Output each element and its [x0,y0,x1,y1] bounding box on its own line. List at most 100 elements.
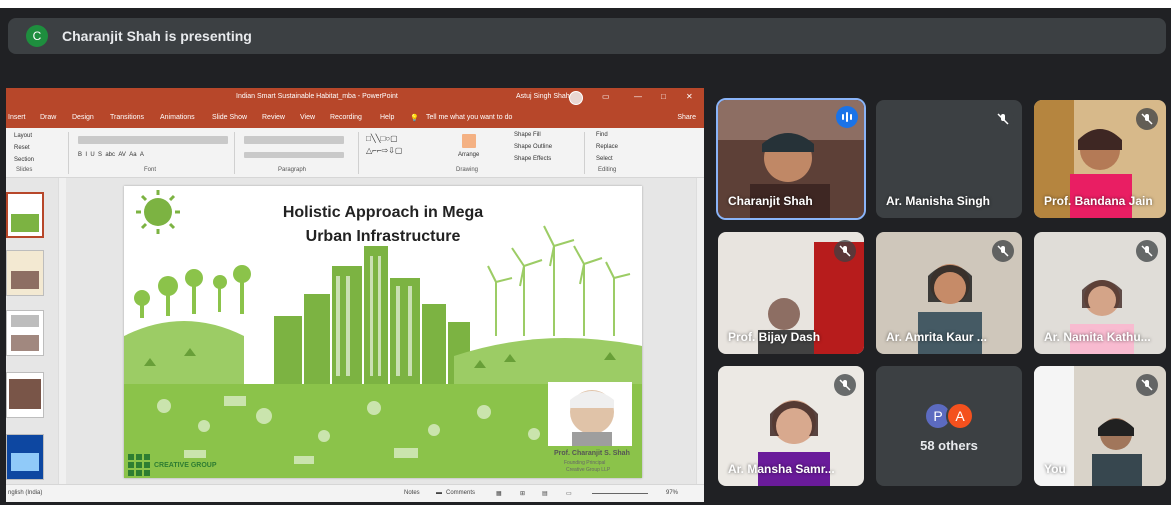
presenter-role: Founding Principal [564,460,606,466]
font-format-buttons[interactable]: B I U S abc AV Aa A [78,152,144,158]
participant-name: Ar. Mansha Samr... [728,462,835,476]
slide-sorter-icon[interactable]: ⊞ [520,490,525,497]
ppt-title-bar: Indian Smart Sustainable Habitat_mba - P… [6,88,704,108]
participant-tile[interactable]: Charanjit Shah [716,98,866,220]
participant-name: Prof. Bijay Dash [728,330,821,344]
others-avatar-a: A [946,402,974,430]
arrange-icon [462,134,476,148]
presenter-avatar: C [26,25,48,47]
shapes-gallery[interactable]: □╲╲□○▢ [366,134,398,143]
reset-button[interactable]: Reset [14,145,30,151]
participant-name: Ar. Manisha Singh [886,194,991,208]
arrange-button[interactable]: Arrange [458,152,479,158]
slide-thumbnail[interactable] [6,372,44,418]
comments-button[interactable]: Comments [446,490,475,496]
zoom-level[interactable]: 97% [666,490,678,496]
maximize-icon[interactable]: □ [661,92,666,101]
paragraph-group-label: Paragraph [278,167,307,173]
participant-tile[interactable]: Ar. Mansha Samr... [718,366,864,486]
shared-screen-powerpoint: Indian Smart Sustainable Habitat_mba - P… [6,88,704,502]
slideshow-icon[interactable]: ▭ [566,490,572,497]
mic-off-icon [834,240,856,262]
slide-thumbnail[interactable] [6,192,44,238]
tab-view[interactable]: View [300,114,315,121]
tab-help[interactable]: Help [380,114,394,121]
slide-title-line1: Holistic Approach in Mega [282,204,484,221]
mic-off-icon [1136,374,1158,396]
slide-thumbnail[interactable] [6,250,44,296]
layout-button[interactable]: Layout [14,133,32,139]
notes-button[interactable]: Notes [404,490,420,496]
editing-group-label: Editing [598,167,617,173]
participant-tile[interactable]: You [1034,366,1166,486]
slide-thumbnail[interactable] [6,434,44,480]
ribbon-separator [584,132,585,174]
minimize-icon[interactable]: — [634,92,642,101]
others-avatars: P A [924,402,974,430]
slide-title-line2: Urban Infrastructure [305,228,461,245]
font-group-label: Font [144,167,157,173]
top-strip [0,0,1171,8]
ribbon-separator [234,132,235,174]
tab-design[interactable]: Design [72,114,94,121]
others-count: 58 others [920,438,978,453]
tab-slide-show[interactable]: Slide Show [212,114,247,121]
thumbnails-scrollbar[interactable] [58,178,66,484]
mic-off-icon [992,240,1014,262]
ppt-window-title: Indian Smart Sustainable Habitat_mba - P… [236,93,398,100]
participant-tile[interactable]: Ar. Manisha Singh [876,100,1022,218]
ribbon-display-icon[interactable]: ▭ [602,92,610,101]
tab-recording[interactable]: Recording [330,114,362,121]
lightbulb-icon: 💡 [410,115,419,122]
shape-fill-button[interactable]: Shape Fill [514,132,541,138]
reading-view-icon[interactable]: ▤ [542,490,548,497]
paragraph-list-buttons[interactable] [244,136,344,144]
participant-name: Ar. Namita Kathu... [1044,330,1151,344]
select-button[interactable]: Select [596,156,613,162]
tab-transitions[interactable]: Transitions [110,114,144,121]
close-icon[interactable]: ✕ [686,92,693,101]
presenting-banner: C Charanjit Shah is presenting [8,18,1166,54]
find-button[interactable]: Find [596,132,608,138]
thumbnail-preview [7,311,43,355]
participant-tile[interactable]: Prof. Bijay Dash [718,232,864,354]
participant-tile[interactable]: Ar. Amrita Kaur ... [876,232,1022,354]
others-tile[interactable]: P A 58 others [876,366,1022,486]
meet-window: C Charanjit Shah is presenting Indian Sm… [0,0,1171,505]
tell-me-search[interactable]: Tell me what you want to do [426,114,512,121]
participant-name: Prof. Bandana Jain [1044,194,1153,208]
slide-thumbnail[interactable] [6,310,44,356]
ribbon-separator [358,132,359,174]
tab-animations[interactable]: Animations [160,114,195,121]
replace-button[interactable]: Replace [596,144,618,150]
mic-off-icon [1136,108,1158,130]
slide-scrollbar[interactable] [696,178,704,484]
speaking-indicator-icon [836,106,858,128]
participant-name: Charanjit Shah [728,194,813,208]
language-status[interactable]: nglish (India) [8,490,42,496]
thumbnail-preview [7,251,43,295]
font-selector[interactable] [78,136,228,144]
ppt-ribbon: Layout Reset Section Slides B I U S abc … [6,128,704,178]
comments-icon: ▬ [436,490,442,496]
ppt-ribbon-tabs: Insert Draw Design Transitions Animation… [6,108,704,128]
share-button[interactable]: Share [677,114,696,121]
mic-off-icon [992,108,1014,130]
thumbnail-preview [7,435,43,479]
shape-outline-button[interactable]: Shape Outline [514,144,552,150]
current-slide[interactable]: Holistic Approach in Mega Urban Infrastr… [124,186,642,478]
mic-off-icon [834,374,856,396]
tab-draw[interactable]: Draw [40,114,56,121]
zoom-slider[interactable] [592,493,648,494]
participant-tile[interactable]: Ar. Namita Kathu... [1034,232,1166,354]
participant-tile[interactable]: Prof. Bandana Jain [1034,100,1166,218]
tab-review[interactable]: Review [262,114,285,121]
normal-view-icon[interactable]: ▦ [496,490,502,497]
paragraph-align-buttons[interactable] [244,152,344,158]
section-button[interactable]: Section [14,157,34,163]
ppt-user-avatar [569,91,583,105]
shape-effects-button[interactable]: Shape Effects [514,156,551,162]
tab-insert[interactable]: Insert [8,114,26,121]
shapes-gallery-row2[interactable]: △⌐⌐⇨⇩▢ [366,146,402,155]
creative-group-logo-text: CREATIVE GROUP [154,462,217,469]
